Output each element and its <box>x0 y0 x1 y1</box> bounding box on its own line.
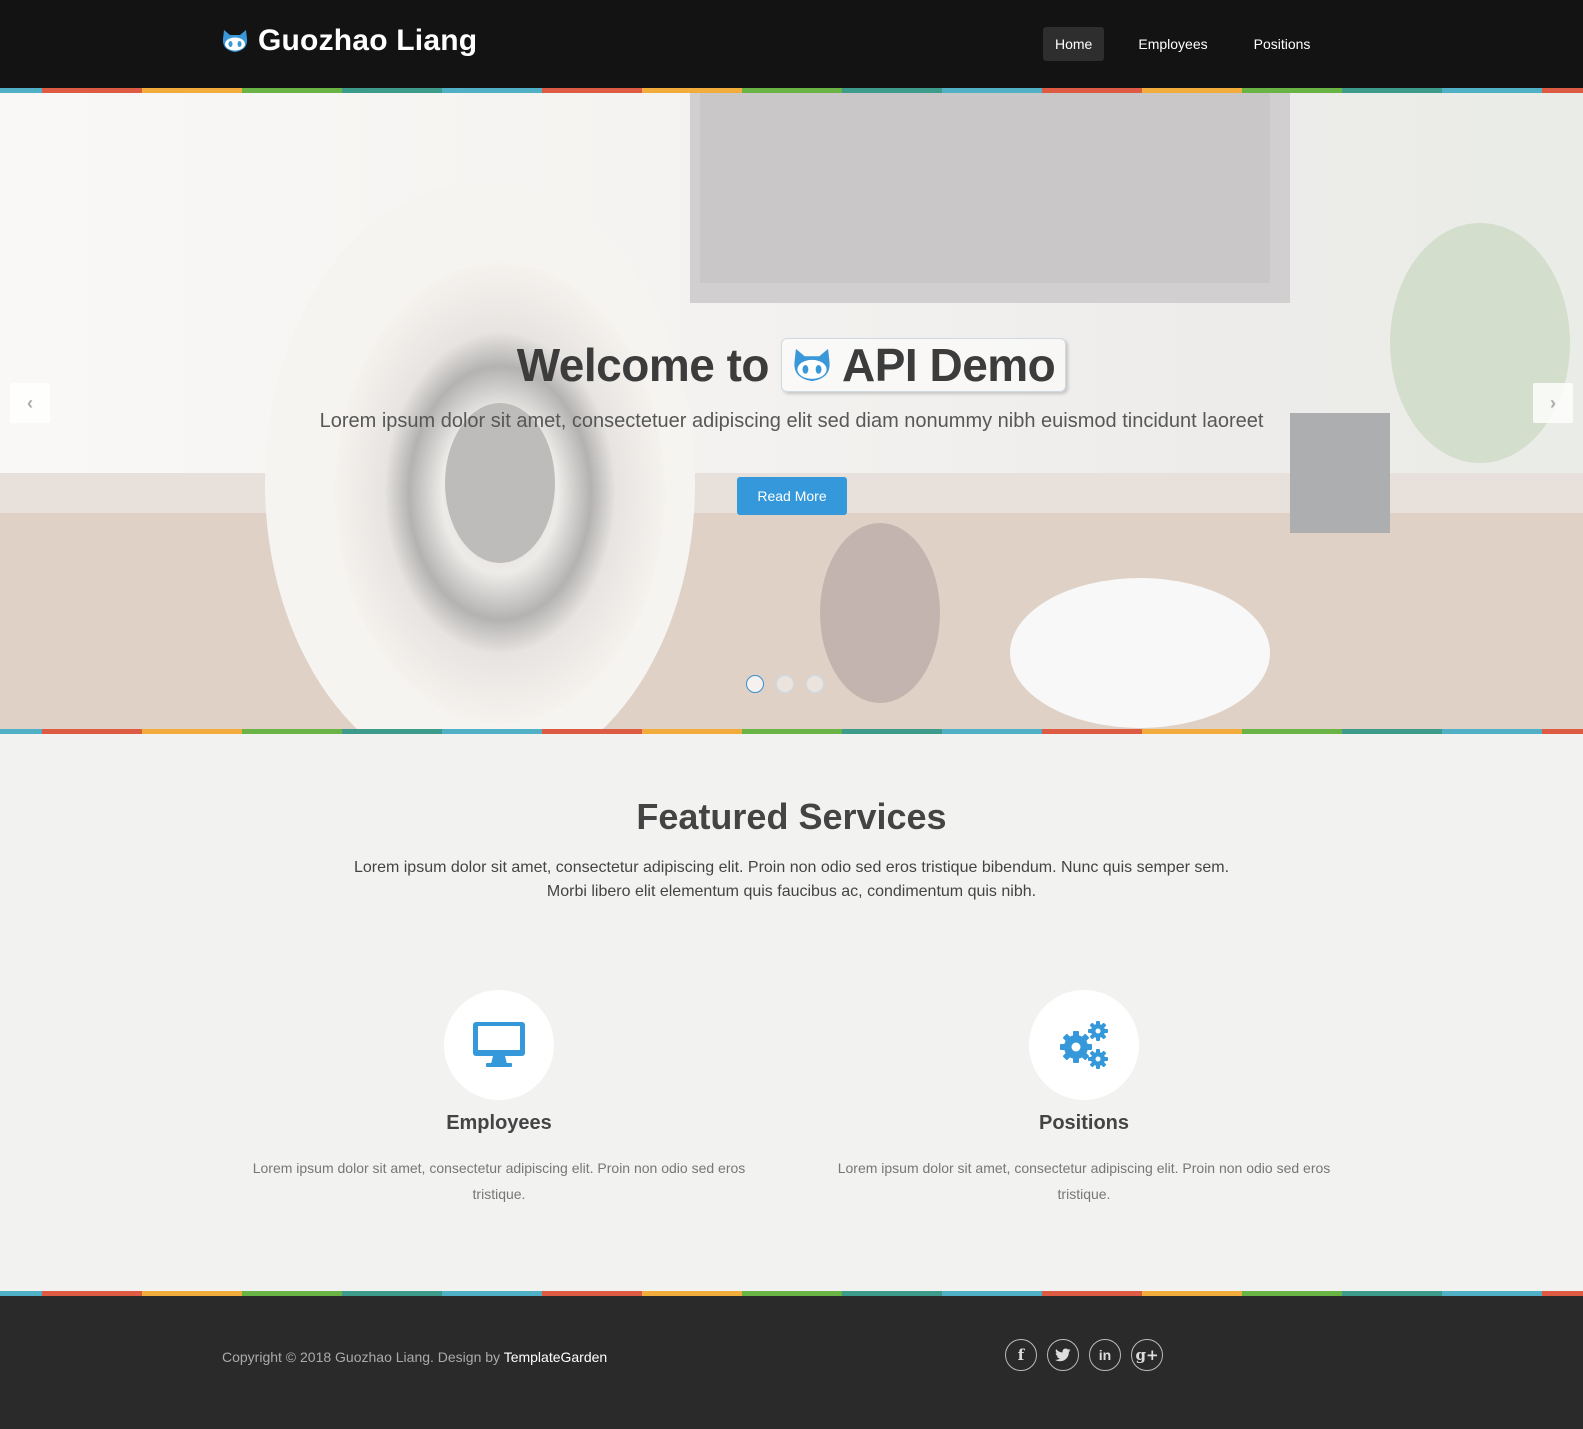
hero-title: Welcome to API Demo <box>0 338 1583 392</box>
stripe-segment <box>1542 729 1583 734</box>
stripe-segment <box>842 729 942 734</box>
service-title: Positions <box>1038 1112 1129 1134</box>
google-plus-glyph: g+ <box>1135 1346 1159 1364</box>
service-employees: Employees Lorem ipsum dolor sit amet, co… <box>239 990 759 1207</box>
stripe-segment <box>942 729 1042 734</box>
facebook-icon[interactable]: f <box>1005 1339 1037 1371</box>
stripe-segment <box>1342 729 1442 734</box>
stripe-segment <box>42 729 142 734</box>
brand-logo[interactable]: Guozhao Liang <box>220 22 477 60</box>
stripe-segment <box>0 729 42 734</box>
footer: Copyright © 2018 Guozhao Liang. Design b… <box>0 1296 1583 1429</box>
github-octocat-icon <box>794 348 830 382</box>
service-positions: Positions Lorem ipsum dolor sit amet, co… <box>824 990 1344 1207</box>
carousel-indicators <box>746 675 824 693</box>
stripe-segment <box>1142 729 1242 734</box>
twitter-icon[interactable] <box>1047 1339 1079 1371</box>
brand-name: Guozhao Liang <box>258 24 478 57</box>
color-stripe <box>0 729 1583 734</box>
carousel-dot-1[interactable] <box>746 675 764 693</box>
nav-employees[interactable]: Employees <box>1126 27 1219 61</box>
service-icon-circle[interactable] <box>444 990 554 1100</box>
stripe-segment <box>442 729 542 734</box>
featured-services-title: Featured Services <box>636 796 947 837</box>
github-octocat-icon <box>222 30 248 52</box>
stripe-segment <box>1242 729 1342 734</box>
stripe-segment <box>142 729 242 734</box>
featured-text-line2: Morbi libero elit elementum quis faucibu… <box>546 883 1037 900</box>
cogs-icon <box>1060 1021 1108 1069</box>
chevron-right-icon: › <box>1550 392 1556 413</box>
designer-link[interactable]: TemplateGarden <box>504 1349 608 1365</box>
hero-content: Welcome to API Demo Lorem ipsum dolor si… <box>0 93 1583 734</box>
stripe-segment <box>542 729 642 734</box>
social-links: f in g+ <box>1005 1339 1163 1371</box>
linkedin-icon[interactable]: in <box>1089 1339 1121 1371</box>
stripe-segment <box>342 729 442 734</box>
stripe-segment <box>1042 729 1142 734</box>
carousel-next-button[interactable]: › <box>1533 383 1573 423</box>
featured-services-text: Lorem ipsum dolor sit amet, consectetur … <box>340 856 1243 904</box>
carousel-dot-3[interactable] <box>806 675 824 693</box>
service-icon-circle[interactable] <box>1029 990 1139 1100</box>
hero-carousel: Welcome to API Demo Lorem ipsum dolor si… <box>0 93 1583 734</box>
service-text: Lorem ipsum dolor sit amet, consectetur … <box>252 1160 746 1202</box>
service-title: Employees <box>446 1112 552 1134</box>
service-text: Lorem ipsum dolor sit amet, consectetur … <box>837 1160 1331 1202</box>
carousel-prev-button[interactable]: ‹ <box>10 383 50 423</box>
stripe-segment <box>242 729 342 734</box>
facebook-glyph: f <box>1017 1346 1025 1364</box>
copyright-text: Copyright © 2018 Guozhao Liang. Design b… <box>222 1349 607 1365</box>
stripe-segment <box>1442 729 1542 734</box>
nav-home[interactable]: Home <box>1043 27 1105 61</box>
carousel-dot-2[interactable] <box>776 675 794 693</box>
twitter-bird-icon <box>1055 1348 1071 1362</box>
api-demo-badge: API Demo <box>781 338 1067 392</box>
desktop-icon <box>473 1022 525 1067</box>
featured-text-line1: Lorem ipsum dolor sit amet, consectetur … <box>353 859 1230 876</box>
chevron-left-icon: ‹ <box>27 392 33 413</box>
stripe-segment <box>742 729 842 734</box>
main-nav: Home Employees Positions <box>1043 27 1322 61</box>
linkedin-glyph: in <box>1098 1347 1112 1363</box>
copyright-prefix: Copyright © 2018 Guozhao Liang. Design b… <box>222 1349 504 1365</box>
read-more-button[interactable]: Read More <box>737 477 847 515</box>
stripe-segment <box>642 729 742 734</box>
hero-title-prefix: Welcome to <box>516 339 770 391</box>
top-navbar: Guozhao Liang Home Employees Positions <box>0 0 1583 88</box>
google-plus-icon[interactable]: g+ <box>1131 1339 1163 1371</box>
hero-title-highlight: API Demo <box>842 339 1056 391</box>
hero-subtitle: Lorem ipsum dolor sit amet, consectetuer… <box>319 410 1264 432</box>
nav-positions[interactable]: Positions <box>1242 27 1323 61</box>
